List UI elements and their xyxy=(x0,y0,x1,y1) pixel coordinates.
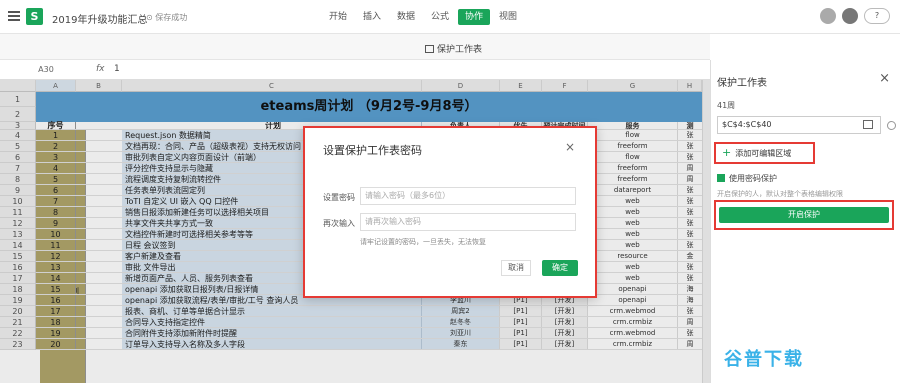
tab-3[interactable]: 公式 xyxy=(424,9,456,25)
start-protect-highlight: 开启保护 xyxy=(714,200,894,230)
lock-icon xyxy=(425,45,434,53)
avatar[interactable] xyxy=(842,8,858,24)
app-logo: S xyxy=(26,8,43,25)
password-dialog: 设置保护工作表密码 × 设置密码 请输入密码（最多6位） 再次输入 请再次输入密… xyxy=(303,126,597,298)
fx-icon: fx xyxy=(96,64,105,74)
tab-4[interactable]: 协作 xyxy=(458,9,490,25)
formula-bar: A30 fx 1 xyxy=(0,60,710,80)
tab-0[interactable]: 开始 xyxy=(322,9,354,25)
add-editable-range-button[interactable]: + 添加可编辑区域 xyxy=(714,142,815,164)
ribbon-tabs: 开始 插入 数据 公式 协作 视图 xyxy=(322,9,526,25)
checkbox-icon xyxy=(717,174,725,182)
close-icon[interactable]: × xyxy=(879,71,890,86)
ribbon-toolbar: 保护工作表 xyxy=(0,34,710,60)
use-password-checkbox[interactable]: 使用密码保护 xyxy=(717,173,777,184)
confirm-password-label: 再次输入 xyxy=(323,219,355,228)
save-status: ⊙ 保存成功 xyxy=(146,13,188,22)
tab-5[interactable]: 视图 xyxy=(492,9,524,25)
top-bar: S 2019年升级功能汇总 ⊙ 保存成功 开始 插入 数据 公式 协作 视图 ? xyxy=(0,0,900,34)
sheet-name: 41周 xyxy=(717,101,736,110)
panel-title: 保护工作表 xyxy=(717,78,767,89)
confirm-button[interactable]: 确定 xyxy=(542,260,578,276)
watermark-logo: 谷普下载 xyxy=(724,349,804,370)
close-icon[interactable]: × xyxy=(565,140,575,154)
avatar[interactable] xyxy=(820,8,836,24)
tab-2[interactable]: 数据 xyxy=(390,9,422,25)
cancel-button[interactable]: 取消 xyxy=(501,260,531,276)
confirm-password-input[interactable]: 请再次输入密码 xyxy=(360,213,576,231)
start-protect-button[interactable]: 开启保护 xyxy=(719,207,889,223)
password-hint: 请牢记设置的密码，一旦丢失，无法恢复 xyxy=(360,238,486,246)
document-title[interactable]: 2019年升级功能汇总 xyxy=(52,11,147,26)
top-right-icons: ? xyxy=(820,8,890,24)
tab-1[interactable]: 插入 xyxy=(356,9,388,25)
range-select-icon[interactable] xyxy=(863,120,873,129)
range-input[interactable]: $C$4:$C$40 xyxy=(717,116,881,134)
protect-sheet-panel: 保护工作表 × 41周 $C$4:$C$40 + 添加可编辑区域 使用密码保护 开… xyxy=(710,60,900,383)
cell-reference-box[interactable]: A30 xyxy=(8,63,84,77)
dialog-title: 设置保护工作表密码 xyxy=(323,144,422,157)
hamburger-menu-icon[interactable] xyxy=(8,11,20,21)
plus-icon: + xyxy=(722,146,732,159)
password-label: 设置密码 xyxy=(323,193,355,202)
radio-button[interactable] xyxy=(887,121,896,130)
panel-description: 开启保护的人，默认对整个表格编辑权限 xyxy=(717,190,843,198)
password-input[interactable]: 请输入密码（最多6位） xyxy=(360,187,576,205)
help-button[interactable]: ? xyxy=(864,8,890,24)
formula-input[interactable]: 1 xyxy=(114,64,120,74)
protect-sheet-button[interactable]: 保护工作表 xyxy=(425,42,482,55)
